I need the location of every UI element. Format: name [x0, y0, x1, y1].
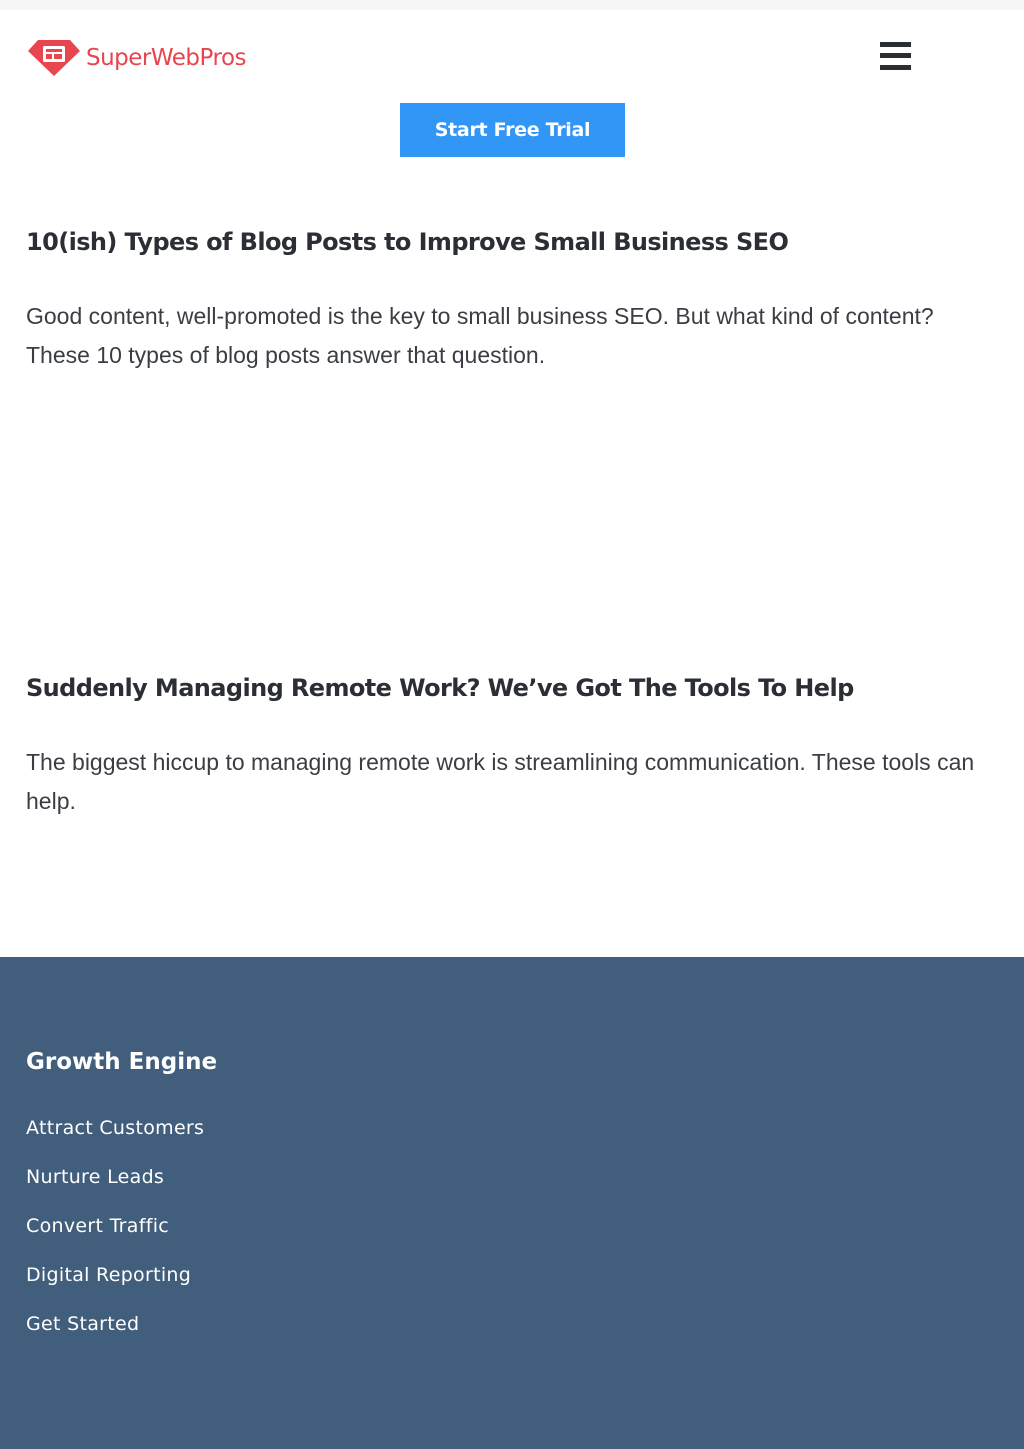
footer-link-item: Convert Traffic: [26, 1215, 204, 1264]
site-footer: Growth Engine Attract Customers Nurture …: [0, 957, 1024, 1449]
footer-link-item: Digital Reporting: [26, 1264, 204, 1313]
footer-link-attract-customers[interactable]: Attract Customers: [26, 1117, 204, 1139]
start-free-trial-button[interactable]: Start Free Trial: [400, 103, 625, 157]
footer-link-item: Attract Customers: [26, 1117, 204, 1166]
footer-heading: Growth Engine: [26, 1049, 218, 1075]
footer-link-digital-reporting[interactable]: Digital Reporting: [26, 1264, 191, 1286]
top-strip: [0, 0, 1024, 10]
diamond-logo-icon: [28, 40, 80, 76]
post-excerpt: Good content, well-promoted is the key t…: [26, 303, 934, 368]
footer-links: Attract Customers Nurture Leads Convert …: [26, 1117, 204, 1362]
footer-link-convert-traffic[interactable]: Convert Traffic: [26, 1215, 169, 1237]
footer-link-get-started[interactable]: Get Started: [26, 1313, 139, 1335]
post-title[interactable]: 10(ish) Types of Blog Posts to Improve S…: [26, 226, 986, 258]
post-title[interactable]: Suddenly Managing Remote Work? We’ve Got…: [26, 672, 986, 704]
footer-link-item: Nurture Leads: [26, 1166, 204, 1215]
footer-link-item: Get Started: [26, 1313, 204, 1362]
footer-link-nurture-leads[interactable]: Nurture Leads: [26, 1166, 164, 1188]
site-logo[interactable]: SuperWebPros: [28, 38, 247, 78]
post-excerpt: The biggest hiccup to managing remote wo…: [26, 749, 975, 814]
hamburger-menu-icon[interactable]: [880, 42, 912, 72]
blog-post: Suddenly Managing Remote Work? We’ve Got…: [26, 672, 986, 814]
brand-name: SuperWebPros: [86, 45, 247, 71]
blog-post: 10(ish) Types of Blog Posts to Improve S…: [26, 226, 986, 368]
site-header: SuperWebPros: [0, 10, 1024, 100]
